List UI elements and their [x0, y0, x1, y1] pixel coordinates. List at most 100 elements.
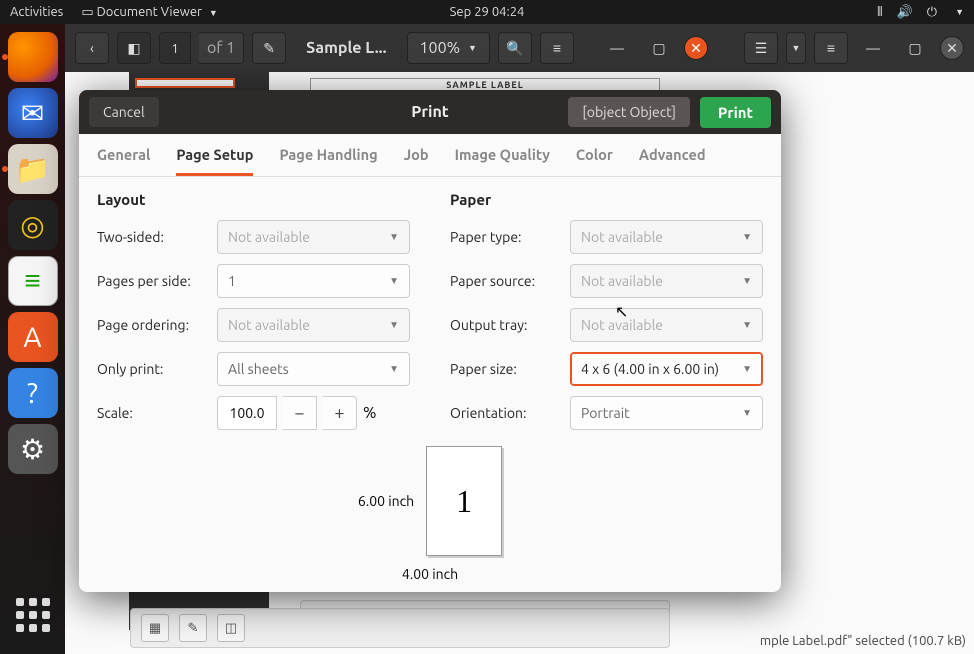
tab-advanced[interactable]: Advanced [639, 146, 706, 176]
chevron-down-icon: ▼ [742, 275, 752, 287]
chevron-down-icon: ▼ [209, 8, 218, 18]
tab-page-handling[interactable]: Page Handling [279, 146, 377, 176]
edit-button[interactable]: ✎ [179, 614, 207, 642]
page-number-input[interactable] [159, 32, 191, 64]
volume-icon[interactable]: 🔊 [897, 5, 913, 20]
page-ordering-select: Not available▼ [217, 308, 410, 342]
page-preview: 6.00 inch 1 4.00 inch [79, 436, 781, 592]
preview-height-label: 6.00 inch [358, 493, 414, 509]
tab-general[interactable]: General [97, 146, 150, 176]
close2-button[interactable]: ✕ [940, 36, 964, 60]
output-tray-select: Not available▼ [570, 308, 763, 342]
ubuntu-software-icon[interactable]: A [8, 312, 58, 362]
grid-view-button[interactable]: ▦ [141, 614, 169, 642]
scale-increase-button[interactable]: + [323, 396, 357, 430]
dialog-header: Cancel Print [object Object] Print [79, 90, 781, 134]
app-menu-label: Document Viewer [97, 5, 202, 19]
scale-decrease-button[interactable]: − [283, 396, 317, 430]
gnome-top-bar: Activities ▭ Document Viewer ▼ Sep 29 04… [0, 0, 974, 24]
files-icon[interactable]: 📁 [8, 144, 58, 194]
layout-section: Layout Two-sided: Not available▼ Pages p… [97, 191, 410, 440]
help-icon[interactable]: ? [8, 368, 58, 418]
minimize-button[interactable]: — [600, 32, 634, 64]
app-menu[interactable]: ▭ Document Viewer ▼ [81, 5, 218, 20]
chevron-down-icon: ▼ [389, 275, 399, 287]
rhythmbox-icon[interactable]: ◎ [8, 200, 58, 250]
zoom-select[interactable]: 100%▼ [407, 32, 490, 64]
power-icon[interactable]: ⏻ [927, 5, 937, 20]
search-button[interactable]: 🔍 [498, 32, 532, 64]
page-total-label: of 1 [199, 32, 244, 64]
dialog-title: Print [411, 103, 448, 121]
bottom-toolbar: ▦ ✎ ◫ [130, 608, 670, 648]
pages-per-side-label: Pages per side: [97, 273, 217, 289]
orientation-label: Orientation: [450, 405, 570, 421]
list-button[interactable]: ☰ [744, 32, 778, 64]
firefox-icon[interactable] [8, 32, 58, 82]
two-sided-label: Two-sided: [97, 229, 217, 245]
dialog-tabs: General Page Setup Page Handling Job Ima… [79, 134, 781, 177]
tab-job[interactable]: Job [404, 146, 429, 176]
paper-type-label: Paper type: [450, 229, 570, 245]
tab-color[interactable]: Color [576, 146, 613, 176]
document-icon: ▭ [81, 5, 96, 19]
dual-page-button[interactable]: ◫ [217, 614, 245, 642]
chevron-down-icon: ▼ [389, 363, 399, 375]
network-icon[interactable]: ⫴ [877, 5, 882, 20]
show-apps-button[interactable] [8, 590, 58, 640]
paper-heading: Paper [450, 191, 763, 208]
chevron-down-icon: ▼ [742, 407, 752, 419]
chevron-down-icon: ▼ [955, 7, 964, 17]
page-thumbnail[interactable] [135, 78, 235, 88]
menu-button[interactable]: ≡ [540, 32, 574, 64]
only-print-label: Only print: [97, 361, 217, 377]
chevron-down-icon: ▼ [742, 319, 752, 331]
tab-page-setup[interactable]: Page Setup [176, 146, 253, 176]
paper-type-select: Not available▼ [570, 220, 763, 254]
activities-button[interactable]: Activities [10, 5, 63, 19]
scale-label: Scale: [97, 405, 217, 421]
preview-page: 1 [426, 446, 502, 556]
paper-size-label: Paper size: [450, 361, 570, 377]
paper-size-select[interactable]: 4 x 6 (4.00 in x 6.00 in)▼ [570, 352, 763, 386]
document-title: Sample L... [294, 39, 398, 57]
only-print-select[interactable]: All sheets▼ [217, 352, 410, 386]
status-bar: mple Label.pdf" selected (100.7 kB) [760, 634, 966, 648]
chevron-down-icon: ▼ [742, 363, 752, 375]
two-sided-select: Not available▼ [217, 220, 410, 254]
sidebar-toggle-button[interactable]: ◧ [117, 32, 151, 64]
minimize2-button[interactable]: — [856, 32, 890, 64]
chevron-down-icon: ▼ [389, 231, 399, 243]
cancel-button[interactable]: Cancel [89, 97, 159, 127]
close-button[interactable]: ✕ [684, 36, 708, 60]
clock[interactable]: Sep 29 04:24 [450, 5, 525, 19]
thunderbird-icon[interactable]: ✉ [8, 88, 58, 138]
paper-source-label: Paper source: [450, 273, 570, 289]
settings-icon[interactable]: ⚙ [8, 424, 58, 474]
annotate-button[interactable]: ✎ [252, 32, 286, 64]
percent-label: % [363, 404, 376, 422]
tab-image-quality[interactable]: Image Quality [455, 146, 550, 176]
preview-button[interactable]: [object Object] [568, 97, 690, 127]
paper-section: Paper Paper type: Not available▼ Paper s… [450, 191, 763, 440]
preview-width-label: 4.00 inch [402, 566, 458, 582]
page-ordering-label: Page ordering: [97, 317, 217, 333]
orientation-select[interactable]: Portrait▼ [570, 396, 763, 430]
chevron-down-icon: ▼ [389, 319, 399, 331]
maximize2-button[interactable]: ▢ [898, 32, 932, 64]
pages-per-side-select[interactable]: 1▼ [217, 264, 410, 298]
output-tray-label: Output tray: [450, 317, 570, 333]
print-button[interactable]: Print [700, 97, 771, 128]
chevron-down-icon: ▼ [742, 231, 752, 243]
paper-source-select: Not available▼ [570, 264, 763, 298]
dropdown-button[interactable]: ▼ [786, 32, 806, 64]
document-viewer-toolbar: ‹ ◧ of 1 ✎ Sample L... 100%▼ 🔍 ≡ — ▢ ✕ ☰… [65, 24, 974, 72]
menu2-button[interactable]: ≡ [814, 32, 848, 64]
scale-input[interactable] [217, 396, 277, 430]
layout-heading: Layout [97, 191, 410, 208]
back-button[interactable]: ‹ [75, 32, 109, 64]
libreoffice-writer-icon[interactable]: ≡ [8, 256, 58, 306]
maximize-button[interactable]: ▢ [642, 32, 676, 64]
print-dialog: Cancel Print [object Object] Print Gener… [79, 90, 781, 592]
ubuntu-dock: ✉ 📁 ◎ ≡ A ? ⚙ [0, 24, 65, 654]
